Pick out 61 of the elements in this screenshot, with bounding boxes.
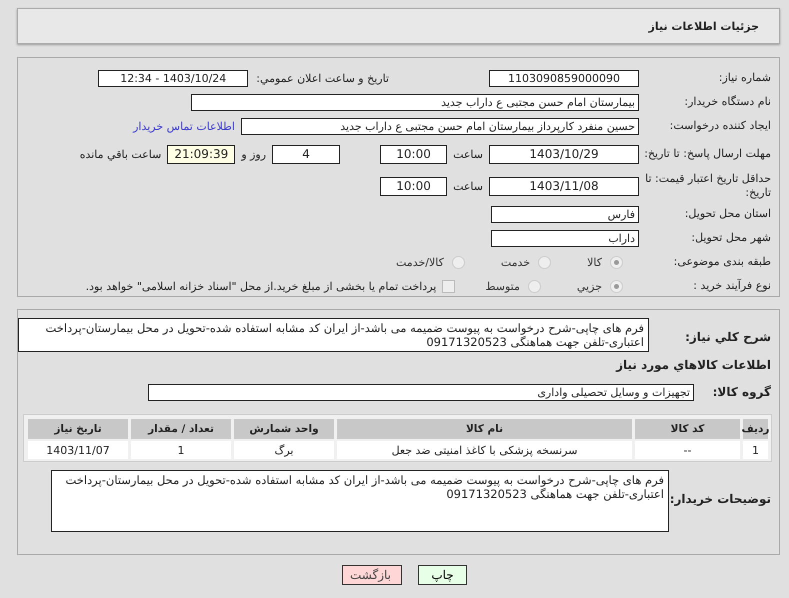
text-field[interactable]: فارس bbox=[491, 206, 639, 222]
back-button[interactable]: بازگشت bbox=[342, 565, 402, 585]
radio-button[interactable] bbox=[610, 280, 623, 292]
time-field[interactable]: 10:00 bbox=[380, 144, 448, 164]
field-label: ساعت bbox=[453, 148, 483, 160]
table-cell: سرنسخه پزشکی با کاغذ امنیتی ضد جعل bbox=[337, 441, 632, 459]
column-header: ردیف bbox=[743, 419, 768, 439]
radio-label: کالا/خدمت bbox=[396, 256, 444, 268]
field-label: ساعت bbox=[453, 180, 483, 192]
table-cell: 1403/11/07 bbox=[28, 441, 128, 459]
table-cell: -- bbox=[635, 441, 740, 459]
field-label: تاریخ و ساعت اعلان عمومي: bbox=[256, 72, 389, 84]
radio-button[interactable] bbox=[528, 280, 541, 292]
radio-button[interactable] bbox=[538, 256, 552, 268]
radio-button[interactable] bbox=[610, 256, 623, 268]
table-cell: 1 bbox=[131, 441, 231, 459]
field-label: شهر محل تحویل: bbox=[690, 231, 772, 245]
column-header: واحد شمارش bbox=[234, 419, 334, 439]
table-cell: 1 bbox=[743, 441, 768, 459]
field-label: مهلت ارسال پاسخ: تا تاریخ: bbox=[643, 147, 772, 161]
radio-label: جزیي bbox=[576, 280, 602, 292]
column-header: نام کالا bbox=[337, 419, 632, 439]
field-label: نوع فرآیند خرید : bbox=[692, 279, 772, 293]
column-header: تعداد / مقدار bbox=[131, 419, 231, 439]
page-title: جزئیات اطلاعات نیاز bbox=[648, 20, 759, 32]
field-label: شماره نیاز: bbox=[718, 71, 772, 85]
text-field[interactable]: حسین منفرد کارپرداز بیمارستان امام حسن مجتبی ع داراب جدید bbox=[241, 118, 639, 134]
checkbox-label: پرداخت تمام یا بخشی از مبلغ خرید.از محل "اسناد خزانه اسلامی" خواهد بود. bbox=[86, 280, 436, 292]
field-label: استان محل تحویل: bbox=[684, 207, 772, 221]
print-button[interactable]: چاپ bbox=[418, 565, 467, 585]
field-label: حداقل تاریخ اعتبار قیمت: تا تاریخ: bbox=[644, 172, 772, 200]
checkbox[interactable] bbox=[442, 280, 456, 292]
field-label: روز و bbox=[241, 148, 266, 160]
radio-label: متوسط bbox=[485, 280, 520, 292]
text-field[interactable]: 1403/10/24 - 12:34 bbox=[98, 70, 248, 86]
countdown-field: 21:09:39 bbox=[167, 144, 236, 164]
time-field[interactable]: 10:00 bbox=[380, 176, 448, 196]
text-field[interactable]: تجهیزات و وسایل تحصیلی واداری bbox=[148, 384, 694, 400]
column-header: کد کالا bbox=[635, 419, 740, 439]
text-field[interactable]: داراب bbox=[491, 230, 639, 246]
field-label: ایجاد کننده درخواست: bbox=[668, 119, 772, 133]
radio-button[interactable] bbox=[452, 256, 465, 268]
notes-textarea[interactable]: فرم های چاپی-شرح درخواست به پیوست ضمیمه می باشد-از ایران کد مشابه استفاده شده-تحویل در محل بیمارستان-پرداخت اعتباری-تلفن جهت هماهنگی 09171320523 bbox=[51, 470, 669, 532]
radio-label: کالا bbox=[587, 256, 602, 268]
text-field[interactable]: بیمارستان امام حسن مجتبی ع داراب جدید bbox=[191, 94, 639, 110]
field-label: طبقه بندی موضوعی: bbox=[672, 255, 772, 269]
field-label: توضیحات خریدار: bbox=[669, 491, 772, 507]
field-label: شرح کلي نیاز: bbox=[684, 329, 772, 345]
column-header: تاریخ نیاز bbox=[28, 419, 128, 439]
field-label: گروه کالا: bbox=[712, 384, 772, 400]
days-field[interactable]: 4 bbox=[272, 144, 340, 164]
field-label: نام دستگاه خریدار: bbox=[683, 95, 772, 109]
table-cell: برگ bbox=[234, 441, 334, 459]
date-field[interactable]: 1403/11/08 bbox=[489, 176, 639, 196]
radio-label: خدمت bbox=[500, 256, 530, 268]
field-label: ساعت باقي مانده bbox=[80, 148, 162, 160]
date-field[interactable]: 1403/10/29 bbox=[489, 144, 639, 164]
text-field[interactable]: 1103090859000090 bbox=[489, 70, 639, 86]
description-textarea[interactable]: فرم های چاپی-شرح درخواست به پیوست ضمیمه می باشد-از ایران کد مشابه استفاده شده-تحویل در محل بیمارستان-پرداخت اعتباری-تلفن جهت هماهنگی 09171320523 bbox=[18, 318, 649, 352]
section-heading: اطلاعات کالاهاي مورد نیاز bbox=[614, 358, 772, 372]
buyer-contact-link[interactable]: اطلاعات تماس خریدار bbox=[133, 120, 235, 132]
